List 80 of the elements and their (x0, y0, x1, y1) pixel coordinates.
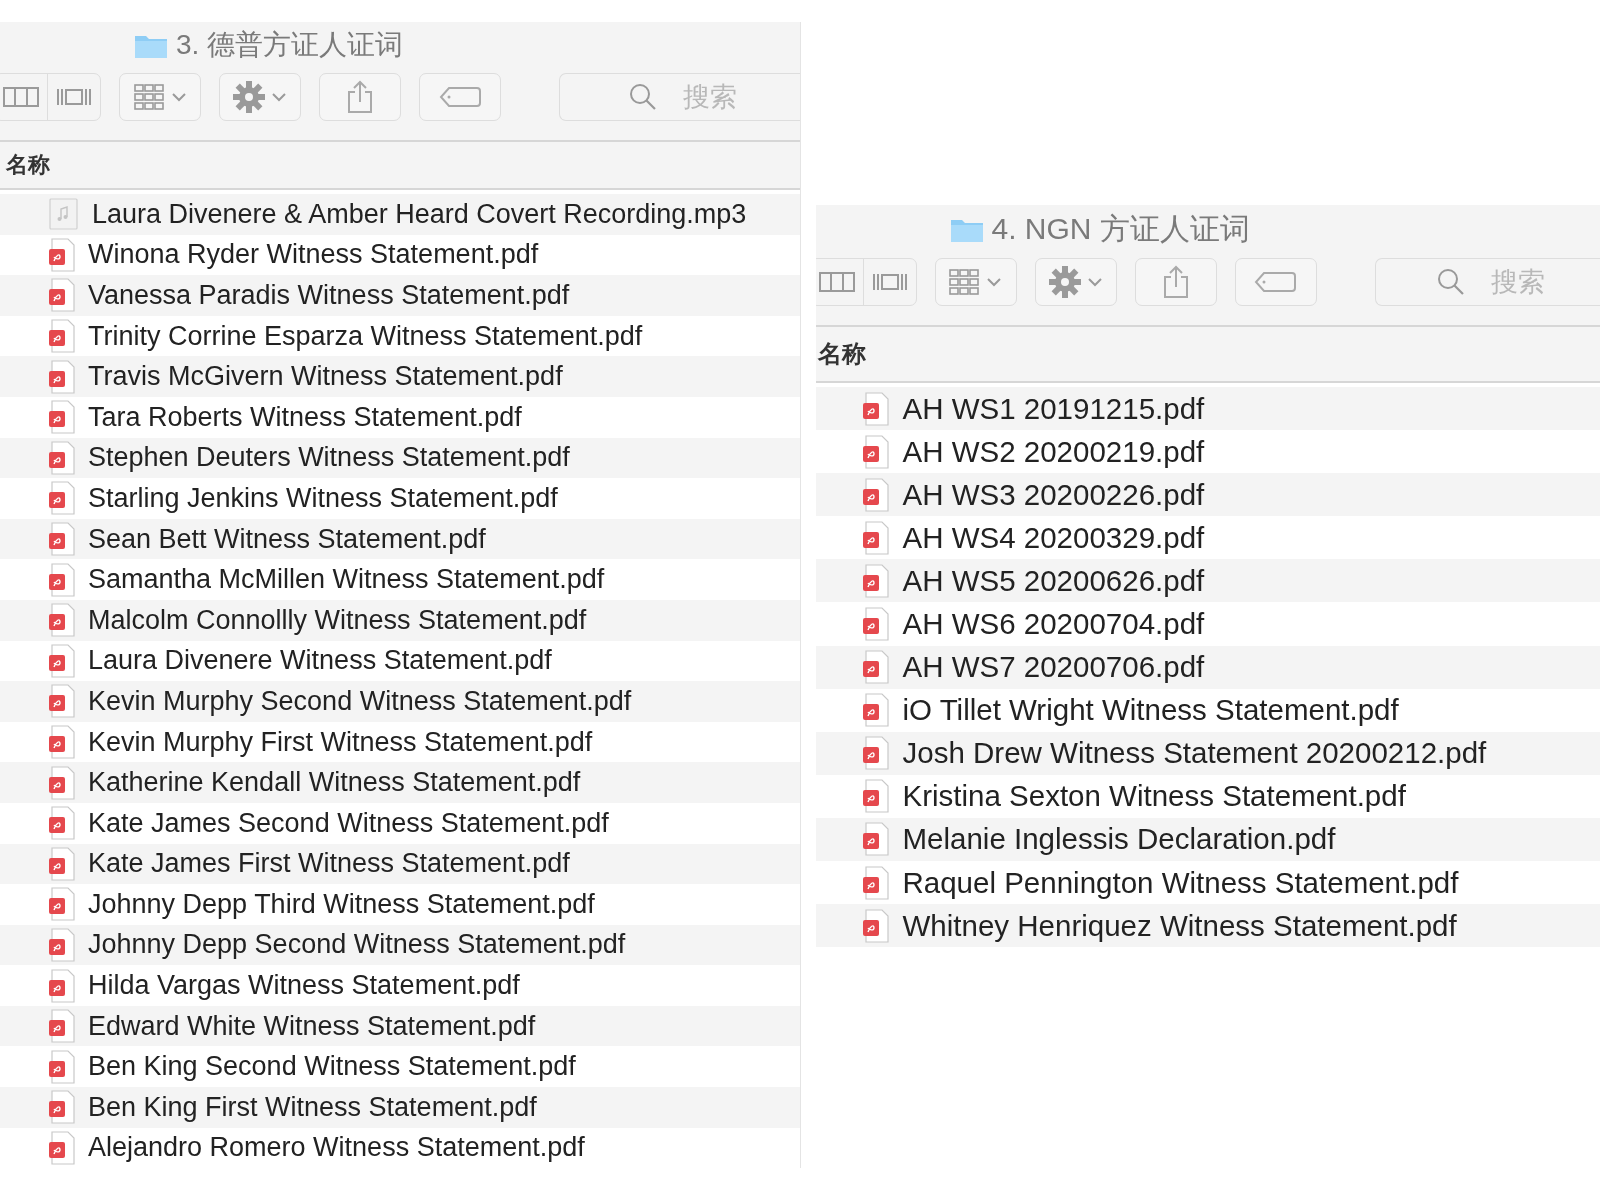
file-row[interactable]: Laura Divenere Witness Statement.pdf (0, 640, 800, 682)
file-row[interactable]: Trinity Corrine Esparza Witness Statement.pdf (0, 315, 800, 357)
file-row[interactable]: Kate James Second Witness Statement.pdf (0, 802, 800, 844)
file-name: Kate James Second Witness Statement.pdf (88, 807, 609, 839)
file-row[interactable]: Katherine Kendall Witness Statement.pdf (0, 762, 800, 803)
file-name: Kevin Murphy First Witness Statement.pdf (88, 726, 593, 758)
file-row[interactable]: Kristina Sexton Witness Statement.pdf (815, 774, 1600, 818)
file-name: Edward White Witness Statement.pdf (88, 1010, 536, 1042)
file-row[interactable]: Ben King Second Witness Statement.pdf (0, 1046, 800, 1088)
file-name: Travis McGivern Witness Statement.pdf (88, 361, 563, 393)
file-name: iO Tillet Wright Witness Statement.pdf (902, 693, 1399, 728)
file-row[interactable]: Vanessa Paradis Witness Statement.pdf (0, 275, 800, 316)
file-row[interactable]: AH WS2 20200219.pdf (815, 430, 1600, 474)
file-name: Trinity Corrine Esparza Witness Statement.pdf (88, 320, 643, 352)
file-row[interactable]: AH WS1 20191215.pdf (815, 387, 1600, 431)
file-name: Starling Jenkins Witness Statement.pdf (88, 482, 558, 514)
file-row[interactable]: Laura Divenere & Amber Heard Covert Recording.mp3 (0, 194, 800, 235)
file-row[interactable]: AH WS4 20200329.pdf (815, 516, 1600, 560)
file-row[interactable]: AH WS7 20200706.pdf (815, 645, 1600, 689)
file-row[interactable]: Alejandro Romero Witness Statement.pdf (0, 1127, 800, 1169)
file-name: AH WS3 20200226.pdf (902, 477, 1205, 512)
file-name: Ben King Second Witness Statement.pdf (88, 1051, 576, 1083)
file-row[interactable]: Josh Drew Witness Statement 20200212.pdf (815, 731, 1600, 775)
file-name: Laura Divenere Witness Statement.pdf (88, 645, 552, 677)
file-row[interactable]: Kevin Murphy Second Witness Statement.pdf (0, 681, 800, 722)
file-name: Kate James First Witness Statement.pdf (88, 848, 570, 880)
file-row[interactable]: AH WS3 20200226.pdf (815, 473, 1600, 517)
file-row[interactable]: Starling Jenkins Witness Statement.pdf (0, 478, 800, 519)
column-header[interactable]: 名称 (817, 338, 866, 370)
file-name: Hilda Vargas Witness Statement.pdf (88, 970, 520, 1002)
file-row[interactable]: Winona Ryder Witness Statement.pdf (0, 234, 800, 276)
file-name: Johnny Depp Second Witness Statement.pdf (88, 929, 626, 961)
file-name: Melanie Inglessis Declaration.pdf (902, 822, 1336, 857)
file-row[interactable]: Kate James First Witness Statement.pdf (0, 843, 800, 885)
file-row[interactable]: Malcolm Connollly Witness Statement.pdf (0, 599, 800, 641)
file-name: AH WS6 20200704.pdf (902, 607, 1205, 641)
file-name: Kevin Murphy Second Witness Statement.pdf (88, 685, 632, 717)
window-title: 3. 德普方证人证词 (176, 28, 404, 62)
file-row[interactable]: iO Tillet Wright Witness Statement.pdf (815, 688, 1600, 732)
file-name: AH WS1 20191215.pdf (902, 391, 1205, 426)
file-name: Whitney Henriquez Witness Statement.pdf (902, 908, 1457, 943)
file-row[interactable]: Kevin Murphy First Witness Statement.pdf (0, 721, 800, 763)
file-name: Ben King First Witness Statement.pdf (88, 1091, 537, 1123)
file-row[interactable]: Hilda Vargas Witness Statement.pdf (0, 965, 800, 1006)
file-row[interactable]: Melanie Inglessis Declaration.pdf (815, 817, 1600, 862)
file-name: Vanessa Paradis Witness Statement.pdf (88, 280, 570, 311)
window-title: 4. NGN 方证人证词 (991, 210, 1250, 247)
file-row[interactable]: Stephen Deuters Witness Statement.pdf (0, 437, 800, 479)
search-field[interactable]: 搜索 (559, 73, 800, 121)
file-name: Alejandro Romero Witness Statement.pdf (88, 1132, 585, 1164)
file-name: Stephen Deuters Witness Statement.pdf (88, 442, 570, 474)
file-name: Kristina Sexton Witness Statement.pdf (902, 779, 1406, 814)
file-name: Johnny Depp Third Witness Statement.pdf (88, 888, 595, 920)
column-header[interactable]: 名称 (6, 150, 50, 180)
file-row[interactable]: Travis McGivern Witness Statement.pdf (0, 356, 800, 397)
file-row[interactable]: Whitney Henriquez Witness Statement.pdf (815, 904, 1600, 948)
file-name: AH WS2 20200219.pdf (902, 434, 1205, 469)
file-name: Katherine Kendall Witness Statement.pdf (88, 767, 581, 799)
file-name: Laura Divenere & Amber Heard Covert Recording.mp3 (92, 198, 747, 230)
file-row[interactable]: Ben King First Witness Statement.pdf (0, 1087, 800, 1128)
file-name: Raquel Pennington Witness Statement.pdf (902, 865, 1459, 900)
file-name: Sean Bett Witness Statement.pdf (88, 523, 486, 555)
file-row[interactable]: AH WS5 20200626.pdf (815, 559, 1600, 603)
file-row[interactable]: Samantha McMillen Witness Statement.pdf (0, 559, 800, 600)
file-name: Samantha McMillen Witness Statement.pdf (88, 564, 605, 596)
file-row[interactable]: AH WS6 20200704.pdf (815, 602, 1600, 646)
file-name: Winona Ryder Witness Statement.pdf (88, 239, 539, 271)
file-row[interactable]: Edward White Witness Statement.pdf (0, 1005, 800, 1047)
file-name: AH WS5 20200626.pdf (902, 563, 1205, 598)
file-row[interactable]: Johnny Depp Second Witness Statement.pdf (0, 924, 800, 966)
file-name: Malcolm Connollly Witness Statement.pdf (88, 604, 587, 636)
file-name: AH WS4 20200329.pdf (902, 520, 1205, 555)
file-row[interactable]: Johnny Depp Third Witness Statement.pdf (0, 884, 800, 925)
file-name: AH WS7 20200706.pdf (902, 650, 1205, 685)
file-row[interactable]: Tara Roberts Witness Statement.pdf (0, 396, 800, 438)
file-name: Josh Drew Witness Statement 20200212.pdf (902, 736, 1487, 771)
file-row[interactable]: Sean Bett Witness Statement.pdf (0, 518, 800, 560)
file-name: Tara Roberts Witness Statement.pdf (88, 401, 522, 433)
file-row[interactable]: Raquel Pennington Witness Statement.pdf (815, 861, 1600, 905)
search-field[interactable]: 搜索 (1374, 258, 1600, 306)
